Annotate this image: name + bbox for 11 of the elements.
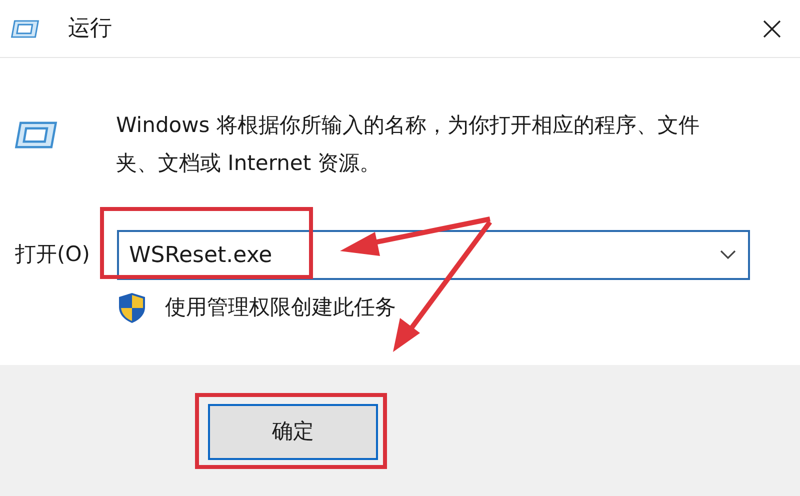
open-input[interactable]: WSReset.exe <box>129 238 720 272</box>
shield-icon <box>118 292 146 324</box>
open-combobox[interactable]: WSReset.exe <box>117 230 750 280</box>
close-icon <box>762 18 782 38</box>
dropdown-icon <box>720 250 736 260</box>
run-icon <box>10 18 40 40</box>
open-label: 打开(O) <box>15 241 91 268</box>
window-title: 运行 <box>68 15 112 43</box>
ok-button[interactable]: 确定 <box>208 404 378 460</box>
admin-note: 使用管理权限创建此任务 <box>165 294 396 322</box>
description-text: Windows 将根据你所输入的名称，为你打开相应的程序、文件夹、文档或 Internet 资源。 <box>116 112 700 177</box>
